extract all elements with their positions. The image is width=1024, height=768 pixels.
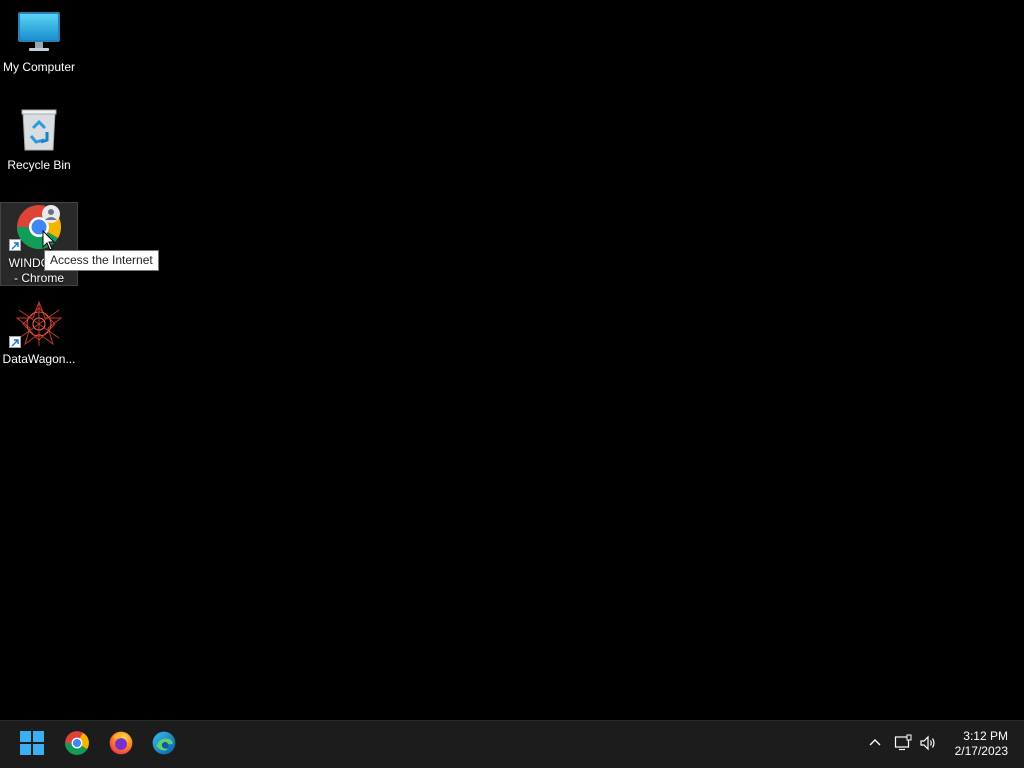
desktop: My Computer Recycle Bin WINDOWS - Chrome… [0,0,1024,720]
taskbar-firefox-button[interactable] [105,729,137,761]
edge-icon [151,730,177,761]
shortcut-arrow-icon [9,239,21,251]
taskbar-chrome-button[interactable] [61,729,93,761]
taskbar-clock[interactable]: 3:12 PM 2/17/2023 [944,729,1008,759]
datawagon-icon [9,300,63,348]
desktop-icon-datawagon[interactable]: DataWagon... [0,300,78,367]
shortcut-arrow-icon [9,336,21,348]
taskbar-edge-button[interactable] [148,729,180,761]
desktop-icon-label: My Computer [2,60,76,74]
clock-date: 2/17/2023 [954,744,1008,758]
start-button[interactable] [16,729,48,761]
chevron-up-icon [868,736,882,755]
chrome-icon [64,730,90,761]
mouse-cursor-icon [42,229,56,252]
desktop-icon-my-computer[interactable]: My Computer [0,8,78,75]
volume-icon [919,734,937,757]
tray-overflow-button[interactable] [864,733,886,757]
tray-network-button[interactable] [892,733,914,757]
taskbar: 3:12 PM 2/17/2023 [0,720,1024,768]
network-icon [894,734,912,757]
clock-time: 3:12 PM [963,729,1008,743]
tooltip: Access the Internet [44,250,159,271]
recycle-bin-icon [15,106,63,154]
tray-volume-button[interactable] [917,733,939,757]
firefox-icon [108,730,134,761]
desktop-icon-label: DataWagon... [2,352,76,366]
desktop-icon-windows-chrome[interactable]: WINDOWS - Chrome [0,202,78,286]
windows-logo-icon [20,730,44,760]
desktop-icon-label: Recycle Bin [7,158,71,172]
desktop-icon-recycle-bin[interactable]: Recycle Bin [0,106,78,173]
monitor-icon [15,8,63,56]
